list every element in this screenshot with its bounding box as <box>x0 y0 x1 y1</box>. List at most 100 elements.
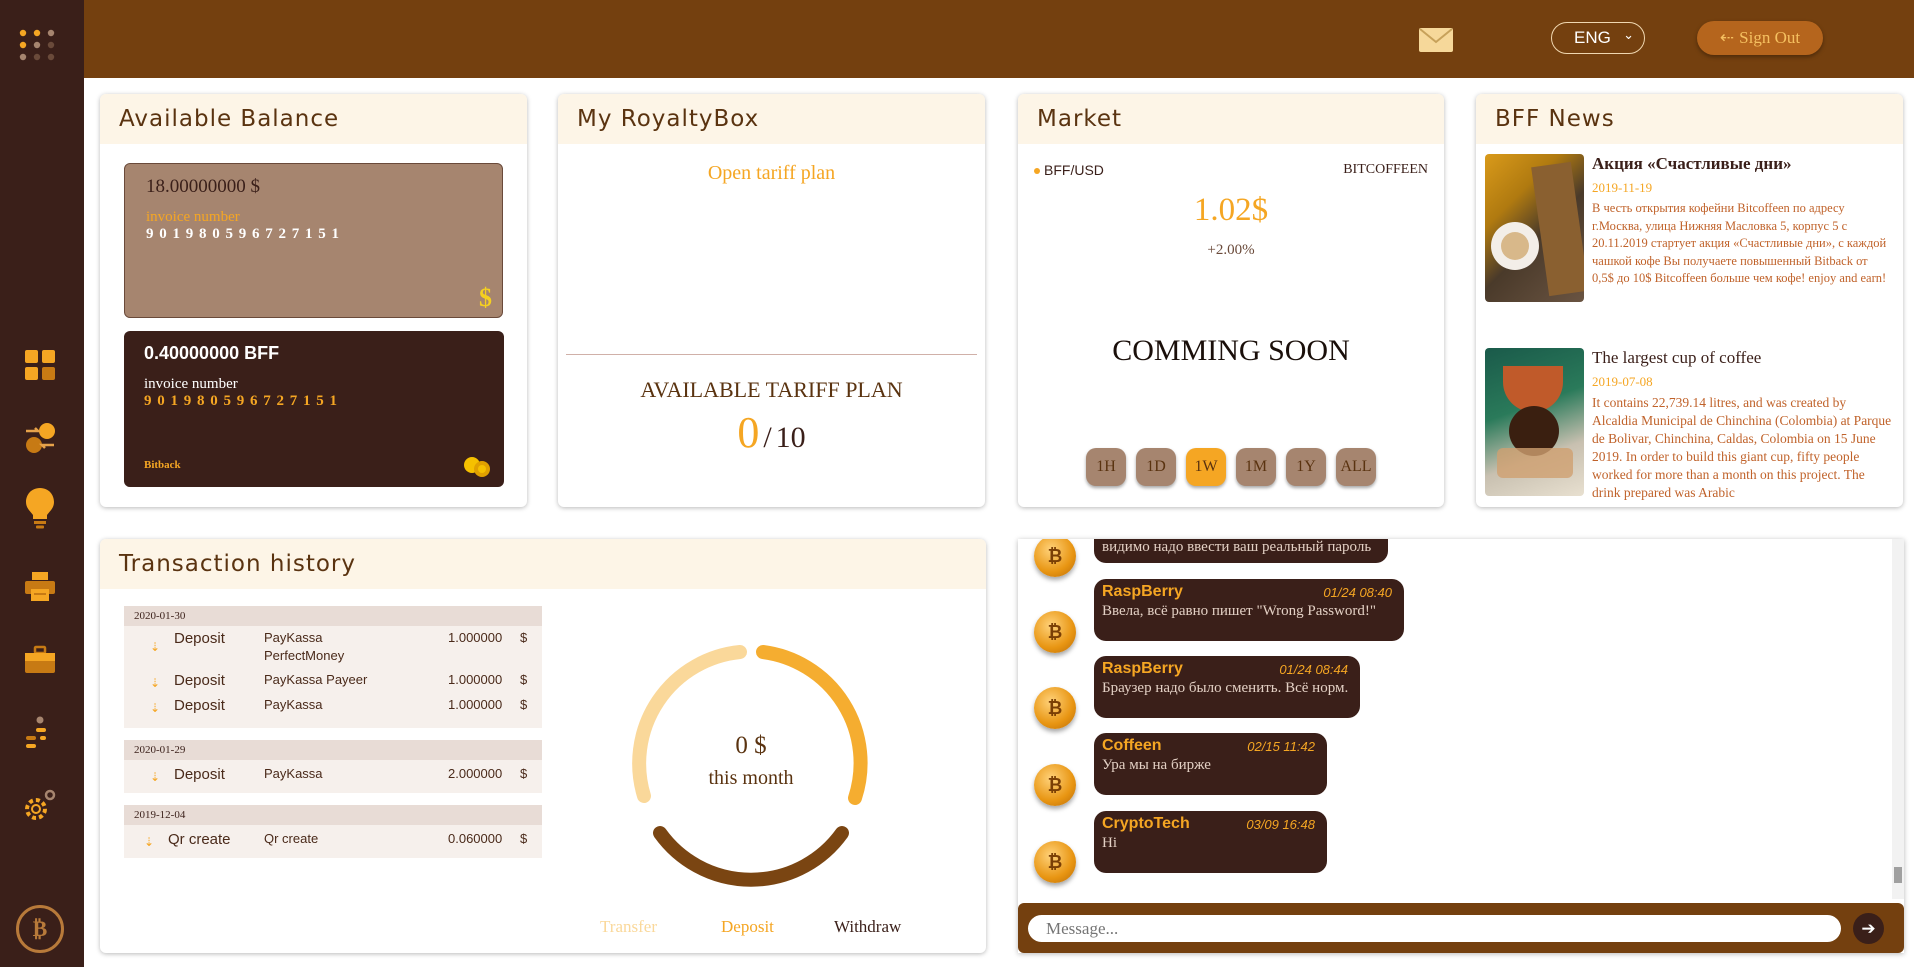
arrow-right-icon: ➔ <box>1861 918 1876 939</box>
message-input[interactable] <box>1028 915 1841 942</box>
apps-menu-icon[interactable] <box>18 28 58 62</box>
transfer-button[interactable]: Transfer <box>600 917 657 937</box>
news-title: Акция «Счастливые дни» <box>1592 154 1792 173</box>
deposit-button[interactable]: Deposit <box>721 917 774 937</box>
open-tariff-plan-link[interactable]: Open tariff plan <box>558 162 985 185</box>
transaction-row[interactable]: ⇣ Deposit PayKassa PerfectMoney 1.000000… <box>124 626 542 669</box>
news-card: BFF News Акция «Счастливые дни» 2019-11-… <box>1476 94 1903 507</box>
dashboard-icon[interactable] <box>20 345 60 385</box>
bff-wallet-card[interactable]: 0.40000000 BFF invoice number 9 0 1 9 8 … <box>124 331 504 487</box>
transaction-row[interactable]: ⇣ Deposit PayKassa 2.000000 $ <box>124 760 542 793</box>
transaction-method: Qr create <box>264 831 319 846</box>
transaction-type: Deposit <box>174 766 225 783</box>
transaction-group: 2020-01-30 ⇣ Deposit PayKassa PerfectMon… <box>124 606 542 728</box>
withdraw-button[interactable]: Withdraw <box>834 917 901 937</box>
card-title: Market <box>1018 94 1444 144</box>
download-icon: ⇣ <box>150 770 161 784</box>
tariff-count: 0 <box>737 408 760 457</box>
news-item[interactable]: The largest cup of coffee 2019-07-08 It … <box>1485 348 1895 507</box>
message-time: 03/09 16:48 <box>1246 817 1315 832</box>
group-date: 2019-12-04 <box>124 805 542 825</box>
coin-label: BITCOFFEEN <box>1343 162 1428 177</box>
news-image-coffee-cup <box>1485 154 1584 302</box>
usd-amount: 18.00000000 $ <box>146 176 260 197</box>
timeframe-button-1d[interactable]: 1D <box>1136 448 1176 486</box>
transaction-type: Qr create <box>168 831 231 848</box>
transaction-type: Deposit <box>174 630 225 647</box>
chat-input-bar: ➔ <box>1018 903 1904 953</box>
coming-soon-notice: COMMING SOON <box>1112 334 1350 367</box>
invoice-label: invoice number <box>146 209 240 225</box>
message-text: Ввела, всё равно пишет "Wrong Password!" <box>1102 603 1376 619</box>
timeframe-button-1m[interactable]: 1M <box>1236 448 1276 486</box>
group-date: 2020-01-29 <box>124 740 542 760</box>
transaction-method: PayKassa <box>264 766 323 781</box>
news-body: В честь открытия кофейни Bitcoffeen по а… <box>1592 201 1887 285</box>
chat-message: RaspBerry 01/24 08:40 Ввела, всё равно п… <box>1094 579 1404 641</box>
mail-icon[interactable] <box>1419 28 1453 52</box>
send-button[interactable]: ➔ <box>1853 913 1884 944</box>
transaction-row[interactable]: ⇣ Deposit PayKassa 1.000000 $ <box>124 697 542 725</box>
transaction-currency: $ <box>520 766 528 781</box>
timeframe-button-all[interactable]: ALL <box>1336 448 1376 486</box>
transaction-currency: $ <box>520 672 528 687</box>
transaction-method: PayKassa <box>264 630 323 645</box>
steps-icon[interactable] <box>20 713 60 753</box>
invoice-number: 9 0 1 9 8 0 5 9 6 7 2 7 1 5 1 <box>146 226 340 242</box>
transaction-method: PayKassa <box>264 697 323 712</box>
transaction-row[interactable]: ⇣ Deposit PayKassa Payeer 1.000000 $ <box>124 669 542 697</box>
royaltybox-card: My RoyaltyBox Open tariff plan AVAILABLE… <box>558 94 985 507</box>
user-avatar: ₿ <box>1034 687 1076 729</box>
transaction-row[interactable]: ⇣ Qr create Qr create 0.060000 $ <box>124 825 542 858</box>
status-dot <box>1034 168 1040 175</box>
sign-out-button[interactable]: ⇠ Sign Out <box>1697 21 1823 55</box>
transaction-type: Deposit <box>174 697 225 714</box>
card-title: BFF News <box>1476 94 1903 144</box>
news-date: 2019-07-08 <box>1592 374 1653 389</box>
transaction-method: PayKassa Payeer <box>264 672 368 687</box>
scrollbar-thumb[interactable] <box>1894 867 1902 883</box>
brand-logo[interactable]: ₿ <box>16 905 64 953</box>
chat-message: видимо надо ввести ваш реальный пароль <box>1094 539 1388 563</box>
transaction-type: Deposit <box>174 672 225 689</box>
usd-wallet-card[interactable]: 18.00000000 $ invoice number 9 0 1 9 8 0… <box>124 163 503 318</box>
chat-message: Coffeen 02/15 11:42 Ура мы на бирже <box>1094 733 1327 795</box>
news-title: The largest cup of coffee <box>1592 348 1762 367</box>
lightbulb-icon[interactable] <box>20 488 60 529</box>
exchange-icon[interactable] <box>20 418 60 458</box>
sidebar: ₿ <box>0 0 84 967</box>
transaction-amount: 1.000000 <box>448 697 503 712</box>
bitback-logo: Bitback <box>144 459 181 471</box>
printer-icon[interactable] <box>20 566 60 606</box>
transaction-amount: 1.000000 <box>448 672 503 687</box>
invoice-number: 9 0 1 9 8 0 5 9 6 7 2 7 1 5 1 <box>144 393 338 409</box>
download-icon: ⇣ <box>150 676 161 690</box>
tariff-separator: / <box>763 421 772 454</box>
language-value: ENG <box>1574 28 1611 47</box>
chat-scrollbar[interactable] <box>1892 539 1904 899</box>
transaction-currency: $ <box>520 630 528 645</box>
download-icon: ⇣ <box>150 640 161 654</box>
user-avatar: ₿ <box>1034 611 1076 653</box>
timeframe-button-1w[interactable]: 1W <box>1186 448 1226 486</box>
timeframe-button-1y[interactable]: 1Y <box>1286 448 1326 486</box>
message-text: Ура мы на бирже <box>1102 757 1211 773</box>
chat-message: RaspBerry 01/24 08:44 Браузер надо было … <box>1094 656 1360 718</box>
arrow-left-icon: ⇠ <box>1719 28 1735 47</box>
transaction-amount: 2.000000 <box>448 766 503 781</box>
download-icon: ⇣ <box>150 701 161 715</box>
news-body: It contains 22,739.14 litres, and was cr… <box>1592 395 1892 500</box>
transaction-group: 2020-01-29 ⇣ Deposit PayKassa 2.000000 $ <box>124 740 542 793</box>
bff-amount: 0.40000000 BFF <box>144 343 280 363</box>
language-select[interactable]: ENG ⌄ <box>1551 22 1645 54</box>
news-image-coffee-pour <box>1485 348 1584 496</box>
donut-label: this month <box>708 767 794 789</box>
transaction-currency: $ <box>520 831 528 846</box>
briefcase-icon[interactable] <box>20 640 60 680</box>
settings-icon[interactable] <box>20 785 60 825</box>
news-item[interactable]: Акция «Счастливые дни» 2019-11-19 В чест… <box>1485 154 1895 314</box>
chat-messages: ₿ видимо надо ввести ваш реальный пароль… <box>1018 539 1894 899</box>
tariff-total: 10 <box>775 421 806 454</box>
tariff-counter: 0 / 10 <box>558 407 985 458</box>
timeframe-button-1h[interactable]: 1H <box>1086 448 1126 486</box>
